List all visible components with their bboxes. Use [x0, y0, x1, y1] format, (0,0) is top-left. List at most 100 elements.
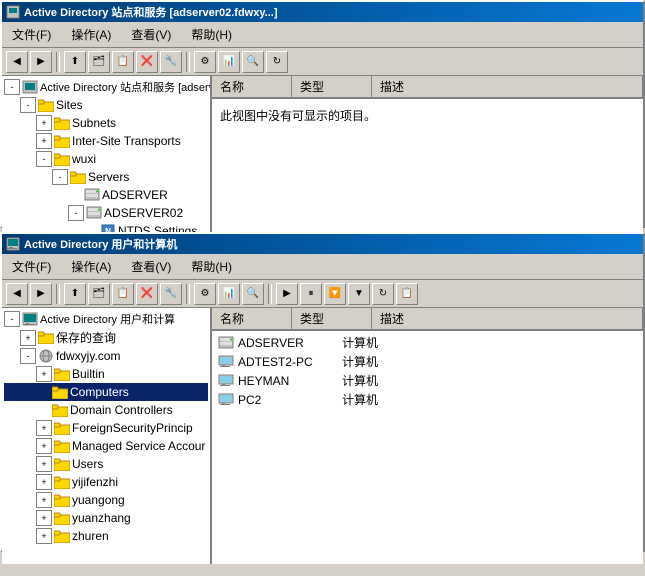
list-items-2: ADSERVER 计算机 ADTEST2-PC [212, 331, 643, 411]
tree-domain-controllers[interactable]: Domain Controllers [4, 401, 208, 419]
tree-computers[interactable]: Computers [4, 383, 208, 401]
col-type-1[interactable]: 类型 [292, 76, 372, 97]
tb2-btn-14[interactable]: 📋 [396, 283, 418, 305]
expander-root-2[interactable]: - [4, 311, 20, 327]
tree-users[interactable]: + Users [4, 455, 208, 473]
menu-action-1[interactable]: 操作(A) [65, 24, 117, 45]
tb2-back-btn[interactable]: ◀ [6, 283, 28, 305]
tb-up-btn[interactable]: ⬆ [64, 51, 86, 73]
root-icon-1 [22, 79, 38, 95]
expander-yuanzhang[interactable]: + [36, 510, 52, 526]
tb-sep-2 [186, 52, 190, 72]
tb2-btn-10[interactable]: ⏸ [300, 283, 322, 305]
menu-action-2[interactable]: 操作(A) [65, 256, 117, 277]
tb-btn-2[interactable]: 🗂 [88, 51, 110, 73]
expander-servers[interactable]: - [52, 169, 68, 185]
menu-view-1[interactable]: 查看(V) [125, 24, 177, 45]
window-ad-users: Active Directory 用户和计算机 文件(F) 操作(A) 查看(V… [0, 232, 645, 552]
menu-view-2[interactable]: 查看(V) [125, 256, 177, 277]
menu-help-2[interactable]: 帮助(H) [185, 256, 238, 277]
list-row-pc2[interactable]: PC2 计算机 [214, 390, 641, 409]
tree-saved-queries[interactable]: + 保存的查询 [4, 328, 208, 347]
col-name-2[interactable]: 名称 [212, 308, 292, 329]
expander-yijifenzhi[interactable]: + [36, 474, 52, 490]
expander-adserver02[interactable]: - [68, 205, 84, 221]
expander-saved-queries[interactable]: + [20, 330, 36, 346]
tb-btn-7[interactable]: 📊 [218, 51, 240, 73]
tree-builtin[interactable]: + Builtin [4, 365, 208, 383]
list-row-heyman[interactable]: HEYMAN 计算机 [214, 371, 641, 390]
expander-users[interactable]: + [36, 456, 52, 472]
tree-servers[interactable]: - Servers [4, 168, 208, 186]
tb2-btn-13[interactable]: ↻ [372, 283, 394, 305]
tree-fdwxyjy[interactable]: - fdwxyjy.com [4, 347, 208, 365]
window-ad-sites: Active Directory 站点和服务 [adserver02.fdwxy… [0, 0, 645, 228]
tb-btn-9[interactable]: ↻ [266, 51, 288, 73]
expander-zhuren[interactable]: + [36, 528, 52, 544]
servers-label: Servers [88, 170, 129, 184]
menu-help-1[interactable]: 帮助(H) [185, 24, 238, 45]
menu-file-1[interactable]: 文件(F) [6, 24, 57, 45]
tb2-btn-6[interactable]: ⚙ [194, 283, 216, 305]
tree-foreign-security[interactable]: + ForeignSecurityPrincip [4, 419, 208, 437]
tree-inter-site[interactable]: + Inter-Site Transports [4, 132, 208, 150]
expander-inter-site[interactable]: + [36, 133, 52, 149]
tree-root-2[interactable]: - Active Directory 用户和计算 [4, 310, 208, 328]
tb2-btn-5[interactable]: 🔧 [160, 283, 182, 305]
col-name-1[interactable]: 名称 [212, 76, 292, 97]
tb2-btn-11[interactable]: 🔽 [324, 283, 346, 305]
tb2-up-btn[interactable]: ⬆ [64, 283, 86, 305]
tb-btn-4[interactable]: ❌ [136, 51, 158, 73]
expander-builtin[interactable]: + [36, 366, 52, 382]
root-label-2: Active Directory 用户和计算 [40, 311, 175, 327]
pc2-row-name: PC2 [238, 393, 338, 407]
tb-btn-3[interactable]: 📋 [112, 51, 134, 73]
tb-back-btn[interactable]: ◀ [6, 51, 28, 73]
tb2-btn-9[interactable]: ▶ [276, 283, 298, 305]
tree-panel-2: - Active Directory 用户和计算 + [2, 308, 212, 564]
expander-sites[interactable]: - [20, 97, 36, 113]
tb2-forward-btn[interactable]: ▶ [30, 283, 52, 305]
col-desc-2[interactable]: 描述 [372, 308, 643, 329]
expander-foreign[interactable]: + [36, 420, 52, 436]
list-row-adtest2[interactable]: ADTEST2-PC 计算机 [214, 352, 641, 371]
list-row-adserver[interactable]: ADSERVER 计算机 [214, 333, 641, 352]
tree-sites[interactable]: - Sites [4, 96, 208, 114]
tree-managed-service[interactable]: + Managed Service Accour [4, 437, 208, 455]
tree-zhuren[interactable]: + zhuren [4, 527, 208, 545]
tb2-sep-2 [186, 284, 190, 304]
col-desc-1[interactable]: 描述 [372, 76, 643, 97]
tb-btn-6[interactable]: ⚙ [194, 51, 216, 73]
tb-btn-5[interactable]: 🔧 [160, 51, 182, 73]
tree-subnets[interactable]: + Subnets [4, 114, 208, 132]
expander-managed[interactable]: + [36, 438, 52, 454]
saved-queries-label: 保存的查询 [56, 329, 116, 346]
adserver02-label: ADSERVER02 [104, 206, 183, 220]
tb2-btn-8[interactable]: 🔍 [242, 283, 264, 305]
tb-forward-btn[interactable]: ▶ [30, 51, 52, 73]
menu-bar-2: 文件(F) 操作(A) 查看(V) 帮助(H) [2, 254, 643, 280]
expander-subnets[interactable]: + [36, 115, 52, 131]
menu-file-2[interactable]: 文件(F) [6, 256, 57, 277]
tb2-btn-12[interactable]: ▼ [348, 283, 370, 305]
col-type-2[interactable]: 类型 [292, 308, 372, 329]
tb2-btn-2[interactable]: 🗂 [88, 283, 110, 305]
tb2-btn-3[interactable]: 📋 [112, 283, 134, 305]
expander-root-1[interactable]: - [4, 79, 20, 95]
tree-adserver02[interactable]: - ADSERVER02 [4, 204, 208, 222]
tb-btn-8[interactable]: 🔍 [242, 51, 264, 73]
expander-yuangong[interactable]: + [36, 492, 52, 508]
tree-root-1[interactable]: - Active Directory 站点和服务 [adserver02.fdw… [4, 78, 208, 96]
tree-yuanzhang[interactable]: + yuanzhang [4, 509, 208, 527]
tb2-btn-7[interactable]: 📊 [218, 283, 240, 305]
tb2-btn-4[interactable]: ❌ [136, 283, 158, 305]
tree-yijifenzhi[interactable]: + yijifenzhi [4, 473, 208, 491]
inter-site-folder-icon [54, 133, 70, 149]
title-icon-2 [6, 237, 20, 251]
yuangong-label: yuangong [72, 493, 125, 507]
tree-yuangong[interactable]: + yuangong [4, 491, 208, 509]
tree-adserver[interactable]: ADSERVER [4, 186, 208, 204]
tree-wuxi[interactable]: - wuxi [4, 150, 208, 168]
expander-fdwxyjy[interactable]: - [20, 348, 36, 364]
expander-wuxi[interactable]: - [36, 151, 52, 167]
